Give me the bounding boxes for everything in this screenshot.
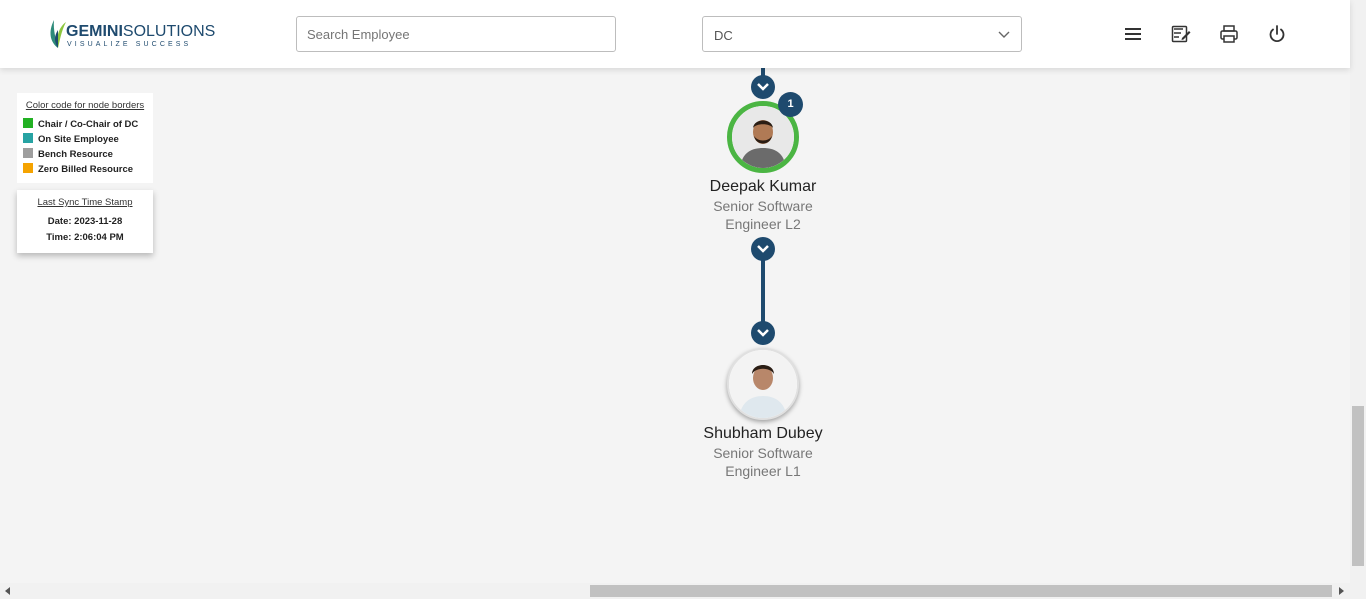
logo-wordmark-2: SOLUTIONS [122,23,216,40]
search-employee-input[interactable] [296,16,616,52]
chevron-down-icon [757,245,769,253]
top-header: GEMINISOLUTIONS VISUALIZE SUCCESS DC [0,0,1350,68]
connector-line [761,258,765,326]
employee-name[interactable]: Deepak Kumar [663,178,863,196]
last-sync-card: Last Sync Time Stamp Date: 2023-11-28 Ti… [17,190,153,253]
avatar-shubham-dubey[interactable] [727,348,799,420]
sync-time: Time: 2:06:04 PM [46,232,124,243]
menu-icon[interactable] [1121,22,1145,46]
logo-wordmark: GEMINISOLUTIONS [66,23,216,40]
leaf-logo-icon [50,20,66,48]
dc-select[interactable]: DC [702,16,1022,52]
print-icon[interactable] [1217,22,1241,46]
employee-designation: Engineer L2 [725,216,801,232]
legend-swatch [23,117,33,128]
reports-count-badge[interactable]: 1 [778,92,803,117]
legend-item-onsite: On Site Employee [23,132,147,147]
legend-swatch [23,147,33,158]
vertical-scroll-thumb[interactable] [1352,406,1364,566]
employee-designation: Engineer L1 [725,463,801,479]
gemini-solutions-logo[interactable]: GEMINISOLUTIONS VISUALIZE SUCCESS [46,17,216,51]
legend-item-bench: Bench Resource [23,147,147,162]
legend-title: Color code for node borders [25,100,145,111]
employee-name[interactable]: Shubham Dubey [663,425,863,443]
legend-swatch [23,132,33,143]
sync-date: Date: 2023-11-28 [47,216,123,227]
legend-swatch [23,162,33,173]
horizontal-scroll-thumb[interactable] [590,585,1332,597]
person-photo-icon [729,350,797,418]
expand-toggle-top[interactable] [751,75,775,99]
dc-select-value: DC [714,28,733,43]
scroll-right-arrow-icon[interactable] [1337,587,1345,595]
legend-label: Zero Billed Resource [38,164,134,175]
collapse-toggle-shubham[interactable] [751,321,775,345]
color-legend: Color code for node borders Chair / Co-C… [17,93,153,183]
employee-designation: Senior Software [713,445,813,461]
legend-item-zero-billed: Zero Billed Resource [23,162,147,177]
logo-tagline: VISUALIZE SUCCESS [67,41,192,48]
legend-label: Bench Resource [38,149,113,160]
power-icon[interactable] [1265,22,1289,46]
employee-designation: Senior Software [713,198,813,214]
legend-item-chair: Chair / Co-Chair of DC [23,117,147,132]
legend-label: Chair / Co-Chair of DC [38,119,139,130]
chevron-down-icon [757,83,769,91]
notes-icon[interactable] [1169,22,1193,46]
legend-label: On Site Employee [38,134,119,145]
chevron-down-icon [998,31,1010,38]
chevron-down-icon [757,329,769,337]
sync-title: Last Sync Time Stamp [37,197,133,208]
scroll-left-arrow-icon[interactable] [4,587,12,595]
